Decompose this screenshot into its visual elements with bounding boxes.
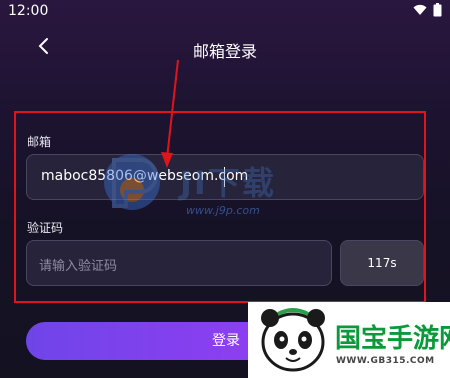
site-brand-name: 国宝手游网	[335, 324, 450, 354]
site-brand-url: WWW.GB315.COM	[336, 356, 435, 366]
panda-icon	[261, 308, 325, 372]
